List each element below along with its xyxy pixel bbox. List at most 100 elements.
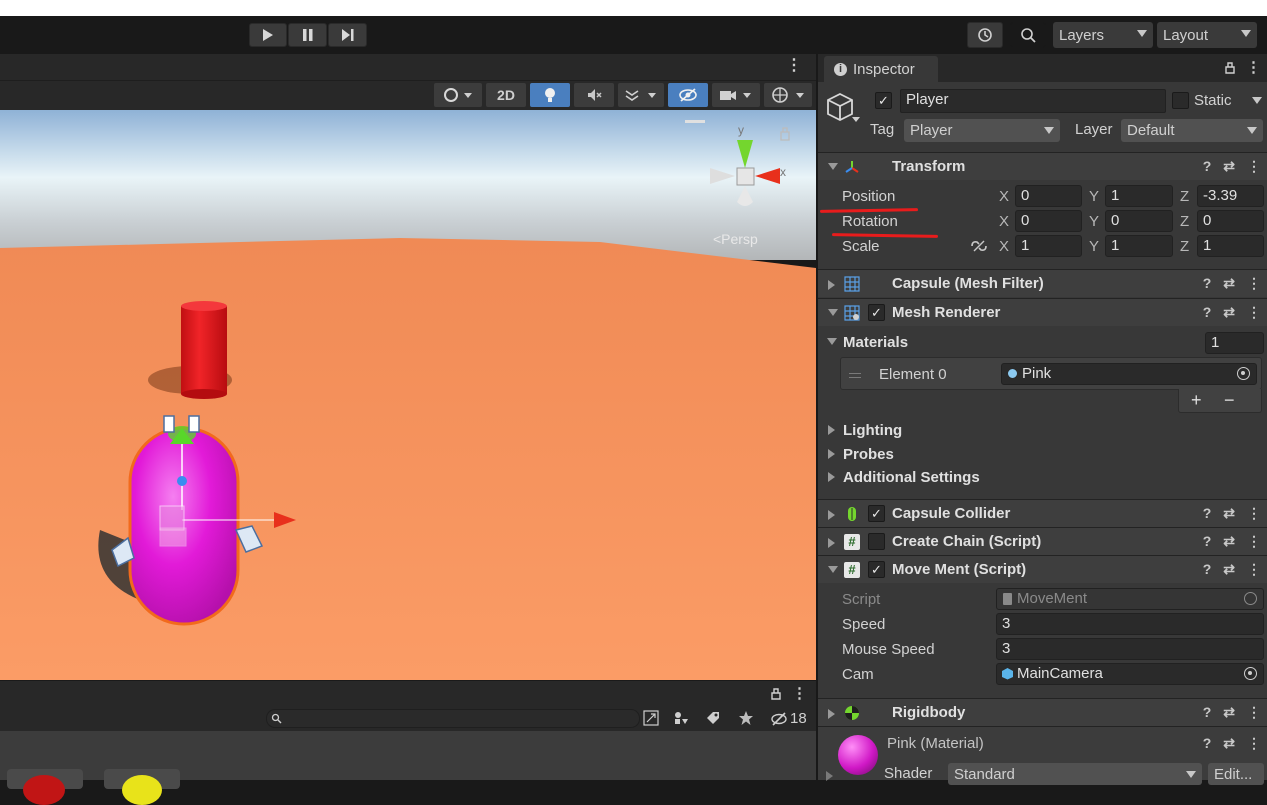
move-ment-header[interactable]: # ✓ Move Ment (Script) ? ⇄ ⋮ — [818, 555, 1267, 583]
axis-z-label[interactable]: Z — [1180, 213, 1189, 230]
toggle-2d-button[interactable]: 2D — [486, 83, 526, 107]
preset-sliders-icon[interactable]: ⇄ — [1223, 735, 1235, 752]
rigidbody-header[interactable]: Rigidbody ? ⇄ ⋮ — [818, 698, 1267, 726]
project-search-input[interactable] — [266, 709, 640, 728]
step-button[interactable] — [328, 23, 367, 47]
object-name-field[interactable]: Player — [900, 89, 1166, 113]
more-options-icon[interactable]: ⋮ — [1247, 704, 1261, 721]
rotation-y-field[interactable]: 0 — [1105, 210, 1173, 232]
audio-toggle-button[interactable] — [574, 83, 614, 107]
axis-z-label[interactable]: Z — [1180, 238, 1189, 255]
hidden-packages-icon[interactable] — [770, 711, 788, 727]
scale-x-field[interactable]: 1 — [1015, 235, 1082, 257]
layers-dropdown[interactable]: Layers — [1053, 22, 1153, 48]
history-button[interactable] — [967, 22, 1003, 48]
mesh-filter-header[interactable]: Capsule (Mesh Filter) ? ⇄ ⋮ — [818, 269, 1267, 297]
static-checkbox[interactable] — [1172, 92, 1189, 109]
layer-dropdown[interactable]: Default — [1121, 119, 1263, 142]
preset-sliders-icon[interactable]: ⇄ — [1223, 304, 1235, 321]
axis-z-label[interactable]: Z — [1180, 188, 1189, 205]
help-icon[interactable]: ? — [1203, 704, 1212, 721]
tag-dropdown[interactable]: Player — [904, 119, 1060, 142]
more-options-icon[interactable]: ⋮ — [1247, 304, 1261, 321]
rotation-x-field[interactable]: 0 — [1015, 210, 1082, 232]
lighting-toggle-button[interactable] — [530, 83, 570, 107]
scene-viewport[interactable]: y x <Persp — [0, 110, 816, 680]
preset-sliders-icon[interactable]: ⇄ — [1223, 561, 1235, 578]
help-icon[interactable]: ? — [1203, 735, 1212, 752]
expand-arrow-icon[interactable] — [827, 338, 837, 345]
more-options-icon[interactable]: ⋮ — [786, 58, 802, 74]
help-icon[interactable]: ? — [1203, 304, 1212, 321]
remove-element-button[interactable]: − — [1224, 390, 1235, 411]
more-options-icon[interactable]: ⋮ — [1247, 275, 1261, 292]
pause-button[interactable] — [288, 23, 327, 47]
search-button[interactable] — [1010, 22, 1046, 48]
position-x-field[interactable]: 0 — [1015, 185, 1082, 207]
gameobject-cube-icon[interactable] — [826, 90, 862, 124]
drag-handle-icon[interactable] — [849, 373, 861, 374]
play-button[interactable] — [249, 23, 287, 47]
more-options-icon[interactable]: ⋮ — [1247, 561, 1261, 578]
more-options-icon[interactable]: ⋮ — [1247, 505, 1261, 522]
capsule-collider-enabled-checkbox[interactable]: ✓ — [868, 505, 885, 522]
favorite-star-icon[interactable] — [738, 710, 754, 726]
move-ment-enabled-checkbox[interactable]: ✓ — [868, 561, 885, 578]
red-cylinder[interactable] — [181, 301, 227, 399]
asset-tile[interactable] — [7, 769, 83, 805]
preset-sliders-icon[interactable]: ⇄ — [1223, 275, 1235, 292]
visibility-toggle-button[interactable] — [668, 83, 708, 107]
object-picker-icon[interactable] — [1237, 367, 1250, 380]
create-chain-enabled-checkbox[interactable] — [868, 533, 885, 550]
effects-dropdown-button[interactable] — [618, 83, 664, 107]
help-icon[interactable]: ? — [1203, 561, 1212, 578]
help-icon[interactable]: ? — [1203, 533, 1212, 550]
lock-icon[interactable] — [770, 686, 782, 700]
help-icon[interactable]: ? — [1203, 158, 1212, 175]
chevron-down-icon[interactable] — [1252, 97, 1262, 104]
material-preview-sphere[interactable] — [838, 735, 878, 775]
add-element-button[interactable]: + — [1191, 390, 1202, 411]
more-options-icon[interactable]: ⋮ — [1246, 58, 1261, 76]
more-options-icon[interactable]: ⋮ — [792, 684, 807, 702]
transform-header[interactable]: Transform ? ⇄ ⋮ — [818, 152, 1267, 180]
collapse-arrow-icon[interactable] — [828, 449, 835, 459]
preset-sliders-icon[interactable]: ⇄ — [1223, 505, 1235, 522]
lock-icon[interactable] — [1224, 60, 1236, 74]
scale-y-field[interactable]: 1 — [1105, 235, 1173, 257]
create-chain-header[interactable]: # Create Chain (Script) ? ⇄ ⋮ — [818, 527, 1267, 555]
active-checkbox[interactable]: ✓ — [875, 92, 892, 109]
label-tag-icon[interactable] — [705, 710, 721, 726]
axis-y-label[interactable]: Y — [1089, 238, 1099, 255]
mesh-renderer-header[interactable]: ✓ Mesh Renderer ? ⇄ ⋮ — [818, 298, 1267, 326]
cam-field[interactable]: MainCamera — [996, 663, 1264, 685]
mouse-speed-field[interactable]: 3 — [996, 638, 1264, 660]
capsule-collider-header[interactable]: ✓ Capsule Collider ? ⇄ ⋮ — [818, 499, 1267, 527]
scale-z-field[interactable]: 1 — [1197, 235, 1264, 257]
unlinked-chain-icon[interactable] — [970, 239, 988, 253]
preset-sliders-icon[interactable]: ⇄ — [1223, 533, 1235, 550]
more-options-icon[interactable]: ⋮ — [1247, 735, 1261, 752]
shader-dropdown[interactable]: Standard — [948, 763, 1202, 785]
gizmos-dropdown-button[interactable] — [764, 83, 812, 107]
tab-inspector[interactable]: i Inspector — [824, 56, 938, 82]
materials-label[interactable]: Materials — [843, 334, 908, 351]
preset-sliders-icon[interactable]: ⇄ — [1223, 158, 1235, 175]
search-by-type-icon[interactable] — [643, 710, 659, 726]
layout-dropdown[interactable]: Layout — [1157, 22, 1257, 48]
collapse-arrow-icon[interactable] — [828, 472, 835, 482]
more-options-icon[interactable]: ⋮ — [1247, 533, 1261, 550]
axis-x-label[interactable]: X — [999, 238, 1009, 255]
additional-settings-section[interactable]: Additional Settings — [843, 469, 980, 486]
mesh-renderer-enabled-checkbox[interactable]: ✓ — [868, 304, 885, 321]
edit-shader-button[interactable]: Edit... — [1208, 763, 1264, 785]
preset-sliders-icon[interactable]: ⇄ — [1223, 704, 1235, 721]
perspective-label[interactable]: <Persp — [713, 231, 758, 247]
shading-mode-button[interactable] — [434, 83, 482, 107]
help-icon[interactable]: ? — [1203, 505, 1212, 522]
rotation-z-field[interactable]: 0 — [1197, 210, 1264, 232]
axis-x-label[interactable]: X — [999, 213, 1009, 230]
position-z-field[interactable]: -3.39 — [1197, 185, 1264, 207]
position-y-field[interactable]: 1 — [1105, 185, 1173, 207]
more-options-icon[interactable]: ⋮ — [1247, 158, 1261, 175]
